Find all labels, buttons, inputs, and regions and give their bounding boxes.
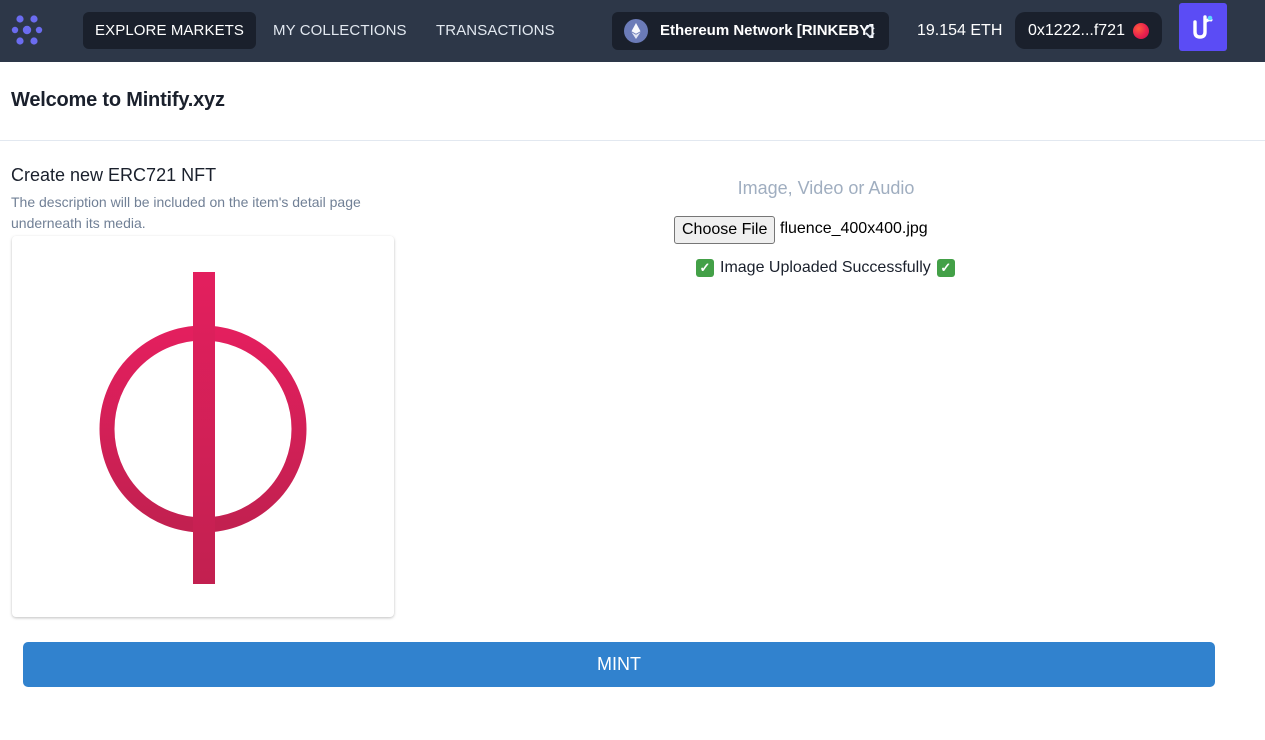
account-address: 0x1222...f721 [1028,22,1125,39]
choose-file-button[interactable]: Choose File [674,216,776,244]
upload-status-text: Image Uploaded Successfully [720,259,931,276]
tab-transactions[interactable]: TRANSACTIONS [424,12,567,49]
selected-file-name: fluence_400x400.jpg [780,220,928,237]
mint-button[interactable]: MINT [23,642,1215,687]
network-label: Ethereum Network [RINKEBY] [660,22,875,39]
app-logo-button[interactable] [1179,3,1227,51]
media-label: Image, Video or Audio [737,178,915,198]
upload-status: ✓ Image Uploaded Successfully ✓ [696,259,955,277]
form-description: The description will be included on the … [11,194,361,231]
ethereum-icon [624,19,648,43]
app-logo-icon [1193,15,1213,39]
check-icon: ✓ [936,259,955,277]
tab-explore-markets[interactable]: EXPLORE MARKETS [83,12,257,49]
account-button[interactable]: 0x1222...f721 [1015,12,1162,49]
check-icon: ✓ [696,259,714,277]
nft-preview-image [12,236,394,617]
avatar [1133,23,1149,39]
top-navbar: EXPLORE MARKETS MY COLLECTIONS TRANSACTI… [0,0,1265,62]
chevron-updown-icon [865,23,875,39]
eth-balance: 19.154 ETH [917,22,1003,39]
tab-my-collections[interactable]: MY COLLECTIONS [261,12,419,49]
form-title: Create new ERC721 NFT [11,165,217,185]
page-title: Welcome to Mintify.xyz [11,89,225,111]
network-selector[interactable]: Ethereum Network [RINKEBY] [612,12,889,50]
divider [0,140,1265,141]
mintify-logo-icon[interactable] [10,13,44,47]
